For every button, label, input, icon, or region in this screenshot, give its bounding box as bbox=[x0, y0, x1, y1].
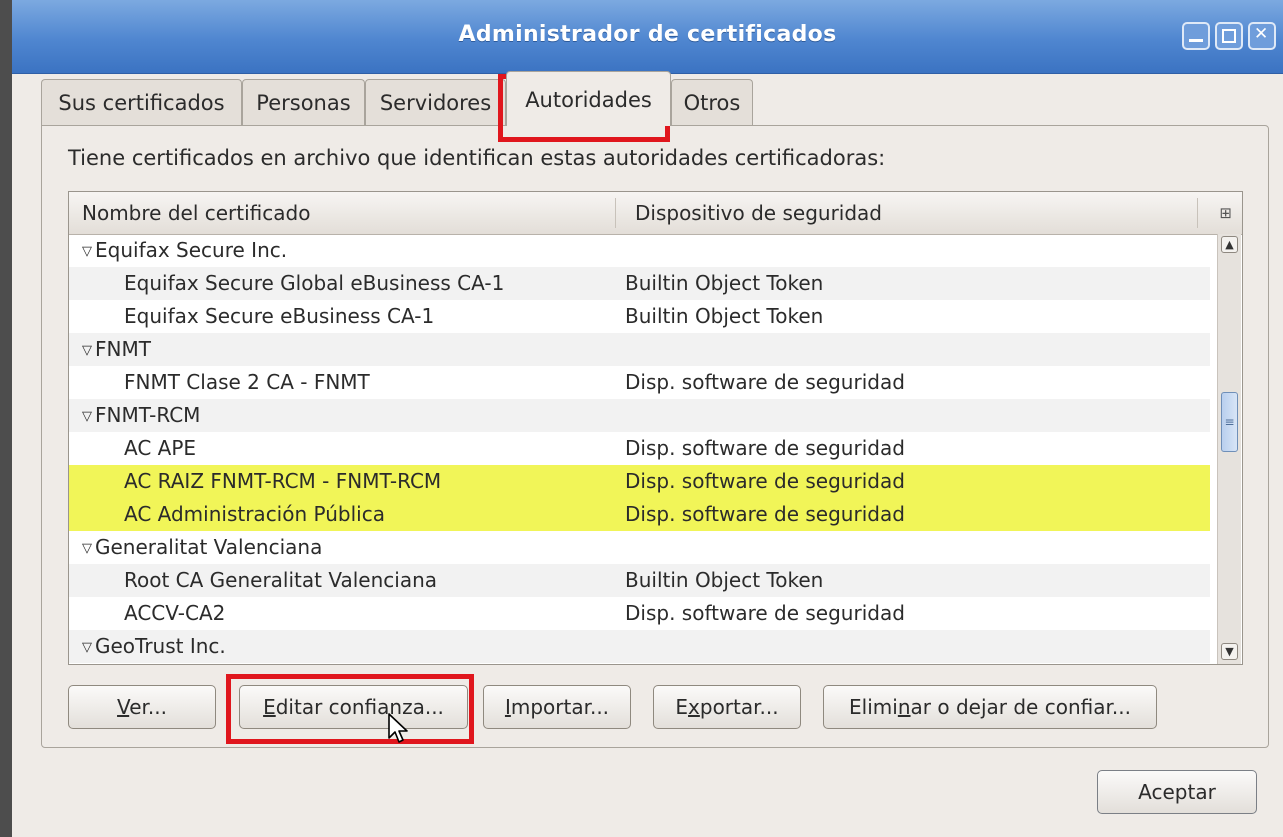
maximize-icon bbox=[1222, 29, 1236, 43]
column-header-name[interactable]: Nombre del certificado bbox=[82, 192, 310, 234]
expand-triangle-icon[interactable]: ▽ bbox=[82, 541, 92, 556]
title-bar: Administrador de certificados ✕ bbox=[12, 0, 1283, 74]
certificate-name: ACCV-CA2 bbox=[124, 601, 226, 625]
tree-rows: ▽ Equifax Secure Inc. Equifax Secure Glob… bbox=[69, 234, 1210, 664]
tree-row[interactable]: Equifax Secure Global eBusiness CA-1 Bui… bbox=[69, 267, 1210, 300]
tree-row-highlighted[interactable]: AC RAIZ FNMT-RCM - FNMT-RCM Disp. softwa… bbox=[69, 465, 1210, 498]
accept-button[interactable]: Aceptar bbox=[1097, 770, 1257, 814]
scroll-up-icon[interactable]: ▲ bbox=[1221, 236, 1238, 253]
column-picker-icon[interactable]: ⊞ bbox=[1219, 204, 1232, 222]
tree-header: Nombre del certificado Dispositivo de se… bbox=[69, 192, 1242, 235]
tab-servers[interactable]: Servidores bbox=[365, 79, 506, 125]
security-device: Disp. software de seguridad bbox=[625, 370, 905, 394]
window-title: Administrador de certificados bbox=[458, 22, 837, 47]
desktop-edge bbox=[0, 0, 12, 837]
tab-authorities[interactable]: Autoridades bbox=[506, 71, 671, 126]
certificate-org-name: Generalitat Valenciana bbox=[95, 535, 323, 559]
tab-people[interactable]: Personas bbox=[242, 79, 365, 125]
edit-trust-button[interactable]: Editar confianza... bbox=[239, 685, 468, 729]
view-button[interactable]: Ver... bbox=[68, 685, 216, 729]
export-button[interactable]: Exportar... bbox=[653, 685, 801, 729]
vertical-scrollbar[interactable]: ▲ ≡ ▼ bbox=[1217, 234, 1241, 664]
certificate-name: Equifax Secure Global eBusiness CA-1 bbox=[124, 271, 505, 295]
tree-row[interactable]: AC APE Disp. software de seguridad bbox=[69, 432, 1210, 465]
certificate-org-name: FNMT bbox=[95, 337, 151, 361]
security-device: Disp. software de seguridad bbox=[625, 502, 905, 526]
tree-group-row[interactable]: ▽ Equifax Secure Inc. bbox=[69, 234, 1210, 267]
maximize-button[interactable] bbox=[1215, 22, 1243, 50]
tab-others[interactable]: Otros bbox=[671, 79, 753, 125]
certificate-manager-dialog: Administrador de certificados ✕ Sus cert… bbox=[12, 0, 1283, 837]
certificate-org-name: GeoTrust Inc. bbox=[95, 634, 226, 658]
certificate-name: AC Administración Pública bbox=[124, 502, 385, 526]
tree-group-row[interactable]: ▽ Generalitat Valenciana bbox=[69, 531, 1210, 564]
scroll-down-icon[interactable]: ▼ bbox=[1221, 643, 1238, 660]
scrollbar-thumb[interactable]: ≡ bbox=[1221, 392, 1238, 452]
expand-triangle-icon[interactable]: ▽ bbox=[82, 409, 92, 424]
tree-row-highlighted[interactable]: AC Administración Pública Disp. software… bbox=[69, 498, 1210, 531]
security-device: Builtin Object Token bbox=[625, 304, 824, 328]
expand-triangle-icon[interactable]: ▽ bbox=[82, 343, 92, 358]
close-button[interactable]: ✕ bbox=[1248, 22, 1276, 50]
tree-row[interactable]: ACCV-CA2 Disp. software de seguridad bbox=[69, 597, 1210, 630]
certificate-org-name: Equifax Secure Inc. bbox=[95, 238, 288, 262]
column-header-device[interactable]: Dispositivo de seguridad bbox=[635, 192, 882, 234]
column-separator[interactable] bbox=[1197, 198, 1198, 228]
close-icon: ✕ bbox=[1254, 24, 1269, 44]
tree-group-row[interactable]: ▽ FNMT-RCM bbox=[69, 399, 1210, 432]
intro-text: Tiene certificados en archivo que identi… bbox=[68, 146, 886, 170]
tab-your-certificates[interactable]: Sus certificados bbox=[41, 79, 242, 125]
delete-or-distrust-button[interactable]: Eliminar o dejar de confiar... bbox=[823, 685, 1157, 729]
security-device: Builtin Object Token bbox=[625, 271, 824, 295]
certificate-name: FNMT Clase 2 CA - FNMT bbox=[124, 370, 370, 394]
security-device: Disp. software de seguridad bbox=[625, 469, 905, 493]
tree-group-row[interactable]: ▽ FNMT bbox=[69, 333, 1210, 366]
certificate-name: AC APE bbox=[124, 436, 197, 460]
certificate-org-name: FNMT-RCM bbox=[95, 403, 201, 427]
security-device: Disp. software de seguridad bbox=[625, 601, 905, 625]
minimize-icon bbox=[1189, 29, 1203, 42]
expand-triangle-icon[interactable]: ▽ bbox=[82, 640, 92, 655]
certificate-name: Equifax Secure eBusiness CA-1 bbox=[124, 304, 435, 328]
certificate-tree: Nombre del certificado Dispositivo de se… bbox=[68, 191, 1243, 665]
tree-group-row[interactable]: ▽ GeoTrust Inc. bbox=[69, 630, 1210, 663]
certificate-name: Root CA Generalitat Valenciana bbox=[124, 568, 438, 592]
security-device: Builtin Object Token bbox=[625, 568, 824, 592]
certificate-name: AC RAIZ FNMT-RCM - FNMT-RCM bbox=[124, 469, 442, 493]
security-device: Disp. software de seguridad bbox=[625, 436, 905, 460]
import-button[interactable]: Importar... bbox=[483, 685, 631, 729]
tree-row[interactable]: Equifax Secure eBusiness CA-1 Builtin Ob… bbox=[69, 300, 1210, 333]
tree-row[interactable]: FNMT Clase 2 CA - FNMT Disp. software de… bbox=[69, 366, 1210, 399]
tree-row[interactable]: Root CA Generalitat Valenciana Builtin O… bbox=[69, 564, 1210, 597]
column-separator[interactable] bbox=[615, 198, 616, 228]
mouse-cursor-icon bbox=[388, 713, 408, 743]
expand-triangle-icon[interactable]: ▽ bbox=[82, 244, 92, 259]
minimize-button[interactable] bbox=[1182, 22, 1210, 50]
